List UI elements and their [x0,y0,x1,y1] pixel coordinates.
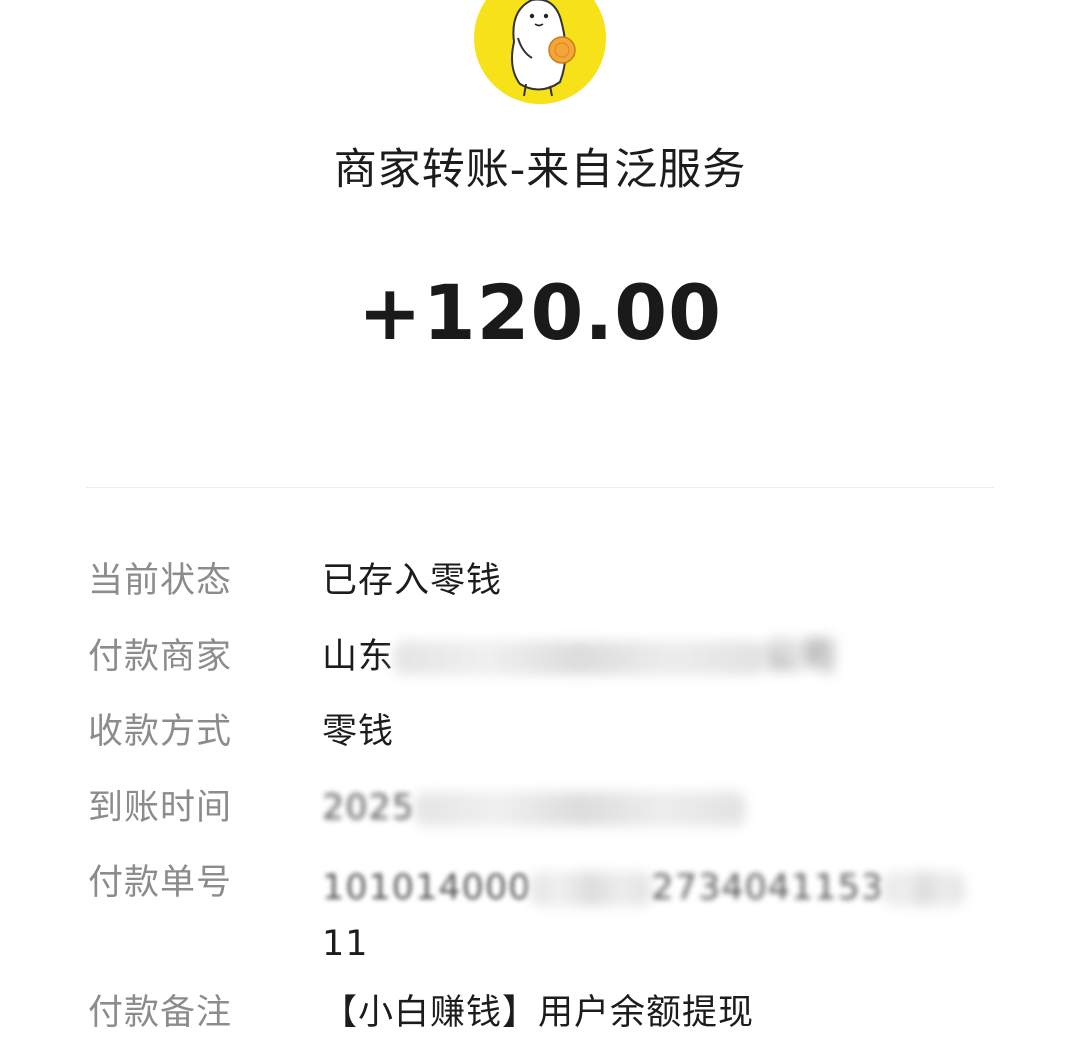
merchant-label: 付款商家 [88,637,233,677]
redacted-block [415,792,746,826]
merchant-value[interactable]: 山东 公司 [322,632,1002,682]
redacted-block [394,641,765,675]
page-title: 商家转账-来自泛服务 [333,145,747,195]
status-value: 已存入零钱 [322,561,503,601]
cartoon-character-icon [474,0,606,104]
arrival-time-value: 2025 [322,783,1002,833]
receive-method-value: 零钱 [322,712,395,752]
transfer-amount: +120.00 [358,268,722,357]
divider [86,487,994,488]
redacted-block [884,872,965,906]
arrival-time-visible: 2025 [322,788,416,828]
arrival-time-label: 到账时间 [88,788,233,828]
order-number-visible: 101014000 [322,868,532,908]
status-label: 当前状态 [88,561,233,601]
receive-method-label: 收款方式 [88,712,233,752]
order-number-wrap: 11 [322,924,369,964]
merchant-avatar [474,0,606,104]
merchant-value-tail: 公司 [764,637,837,677]
order-number-value[interactable]: 101014000 2734041153 11 [322,860,1002,972]
redacted-block [531,872,652,906]
merchant-value-visible: 山东 [322,637,395,677]
order-number-label: 付款单号 [88,863,233,903]
order-number-mid: 2734041153 [651,868,885,908]
